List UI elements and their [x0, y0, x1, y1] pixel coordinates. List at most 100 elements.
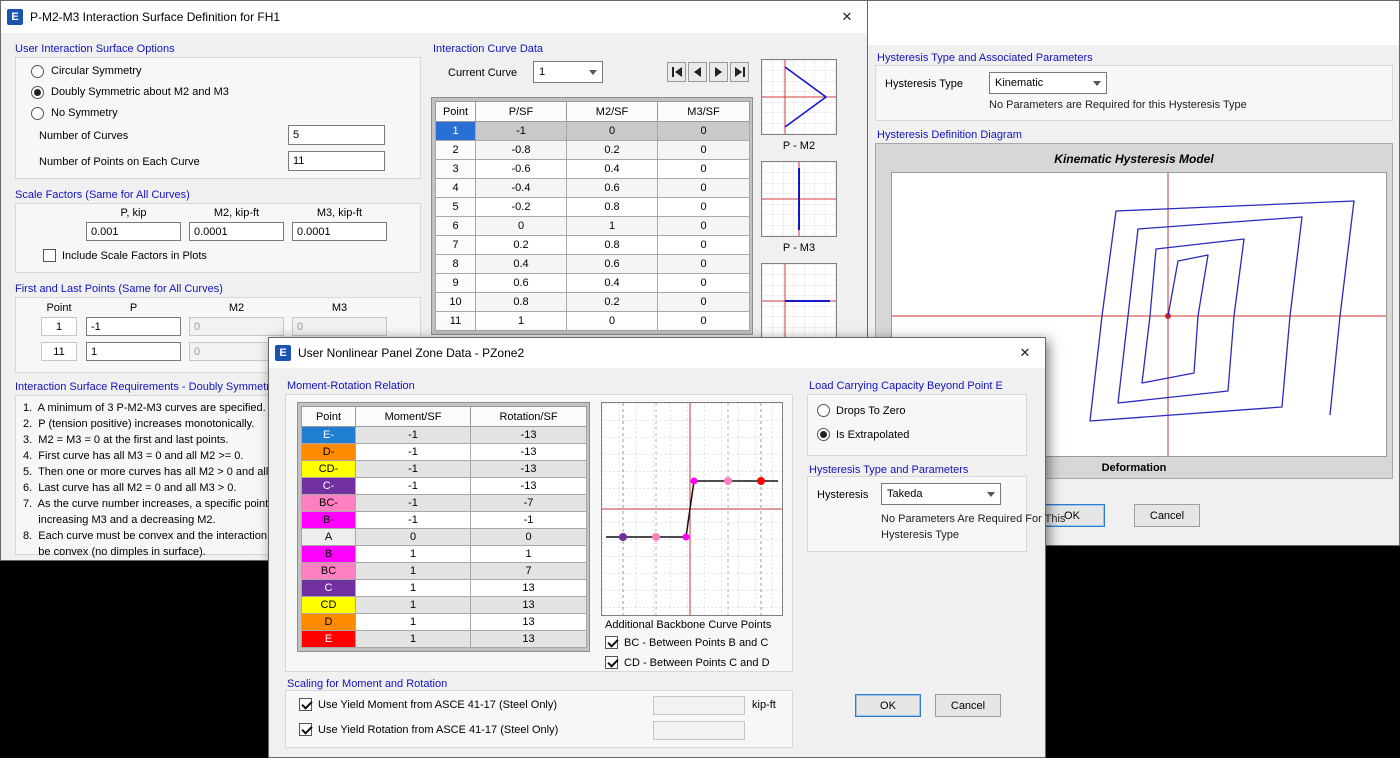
mr-table-row[interactable]: BC--1-7 [302, 495, 587, 512]
p-m2-plot-label: P - M2 [761, 140, 837, 152]
pm-titlebar[interactable]: E P-M2-M3 Interaction Surface Definition… [1, 1, 867, 33]
hysteresis-titlebar[interactable] [867, 1, 1399, 45]
point-b-dot [691, 478, 698, 485]
previous-curve-button[interactable] [688, 62, 707, 82]
current-curve-label: Current Curve [448, 67, 517, 79]
next-icon [715, 67, 722, 77]
curve-table-row[interactable]: 70.20.80 [436, 236, 750, 255]
first-curve-button[interactable] [667, 62, 686, 82]
first-last-group-label: First and Last Points (Same for All Curv… [15, 283, 223, 295]
radio-extrapolated-label: Is Extrapolated [836, 429, 909, 441]
yield-moment-field [653, 696, 745, 715]
yield-rotation-checkbox[interactable] [299, 723, 312, 736]
radio-no-symmetry[interactable] [31, 107, 44, 120]
curve-table-row[interactable]: 90.60.40 [436, 274, 750, 293]
mr-table-row[interactable]: A00 [302, 529, 587, 546]
curve-table-row[interactable]: 80.40.60 [436, 255, 750, 274]
radio-doubly-label: Doubly Symmetric about M2 and M3 [51, 86, 229, 98]
fl-col-point: Point [41, 302, 77, 314]
current-curve-dropdown[interactable]: 1 [533, 61, 603, 83]
current-curve-value: 1 [539, 66, 545, 78]
curve-table-row[interactable]: 1-100 [436, 122, 750, 141]
mr-table-row[interactable]: D--1-13 [302, 444, 587, 461]
col-header-point: Point [302, 407, 356, 427]
fl-row1-p-field[interactable]: -1 [86, 317, 181, 336]
scale-p-field[interactable]: 0.001 [86, 222, 181, 241]
mr-table-row[interactable]: D113 [302, 614, 587, 631]
mr-table-row[interactable]: B11 [302, 546, 587, 563]
curve-table-row[interactable]: 6010 [436, 217, 750, 236]
mr-table-row[interactable]: B--1-1 [302, 512, 587, 529]
cancel-button[interactable]: Cancel [1134, 504, 1200, 527]
close-icon[interactable]: ✕ [1011, 345, 1039, 361]
curve-table-row[interactable]: 4-0.40.60 [436, 179, 750, 198]
mr-table-row[interactable]: C113 [302, 580, 587, 597]
pzone-titlebar[interactable]: E User Nonlinear Panel Zone Data - PZone… [269, 338, 1045, 368]
scale-m2-field[interactable]: 0.0001 [189, 222, 284, 241]
mr-table-row[interactable]: E113 [302, 631, 587, 648]
m2-m3-plot [761, 263, 837, 339]
cd-point-label: CD - Between Points C and D [624, 657, 770, 669]
kinematic-loops-curve [1090, 201, 1354, 421]
fl-row2-p-field[interactable]: 1 [86, 342, 181, 361]
yield-rotation-field [653, 721, 745, 740]
cd-point-checkbox[interactable] [605, 656, 618, 669]
radio-circular-symmetry[interactable] [31, 65, 44, 78]
last-curve-button[interactable] [730, 62, 749, 82]
num-curves-field[interactable]: 5 [288, 125, 385, 145]
col-header-psf: P/SF [476, 102, 567, 122]
chevron-down-icon [1093, 81, 1101, 90]
curve-table-row[interactable]: 11100 [436, 312, 750, 331]
curve-table-row[interactable]: 100.80.20 [436, 293, 750, 312]
mr-table-row[interactable]: CD--1-13 [302, 461, 587, 478]
hysteresis-type-value: Kinematic [995, 77, 1043, 89]
moment-rotation-group-label: Moment-Rotation Relation [287, 380, 415, 392]
yield-rotation-label: Use Yield Rotation from ASCE 41-17 (Stee… [318, 724, 558, 736]
app-icon: E [275, 345, 291, 361]
ok-button[interactable]: OK [855, 694, 921, 717]
point-e-dot [757, 477, 765, 485]
hysteresis-type-label: Hysteresis Type [885, 78, 963, 90]
include-scale-checkbox[interactable] [43, 249, 56, 262]
bc-point-checkbox[interactable] [605, 636, 618, 649]
p-m3-plot [761, 161, 837, 237]
radio-circular-label: Circular Symmetry [51, 65, 141, 77]
scale-m3-field[interactable]: 0.0001 [292, 222, 387, 241]
yield-moment-checkbox[interactable] [299, 698, 312, 711]
cancel-button[interactable]: Cancel [935, 694, 1001, 717]
pz-hysteresis-group-label: Hysteresis Type and Parameters [809, 464, 968, 476]
mr-table-row[interactable]: BC17 [302, 563, 587, 580]
mr-table-row[interactable]: C--1-13 [302, 478, 587, 495]
col-header-rotation: Rotation/SF [471, 407, 587, 427]
p-m3-plot-label: P - M3 [761, 242, 837, 254]
radio-drops-to-zero[interactable] [817, 404, 830, 417]
mr-table-row[interactable]: E--1-13 [302, 427, 587, 444]
interaction-curve-table: Point P/SF M2/SF M3/SF 1-1002-0.80.203-0… [435, 101, 750, 331]
curve-table-row[interactable]: 5-0.20.80 [436, 198, 750, 217]
moment-rotation-grid: Point Moment/SF Rotation/SF E--1-13D--1-… [297, 402, 590, 652]
pz-no-params-note-2: Hysteresis Type [881, 529, 959, 541]
curve-table-row[interactable]: 3-0.60.40 [436, 160, 750, 179]
point-bc-neg-dot [652, 533, 660, 541]
point-bc-dot [724, 477, 732, 485]
mr-table-row[interactable]: CD113 [302, 597, 587, 614]
curve-table-row[interactable]: 2-0.80.20 [436, 141, 750, 160]
pm-dialog-title: P-M2-M3 Interaction Surface Definition f… [30, 10, 826, 24]
chevron-down-icon [987, 492, 995, 501]
backbone-points-label: Additional Backbone Curve Points [605, 619, 771, 631]
fl-row2-point: 11 [41, 342, 77, 361]
pz-hysteresis-dropdown[interactable]: Takeda [881, 483, 1001, 505]
radio-is-extrapolated[interactable] [817, 428, 830, 441]
fl-row1-point: 1 [41, 317, 77, 336]
scale-col-m2: M2, kip-ft [189, 207, 284, 219]
close-icon[interactable]: ✕ [833, 9, 861, 25]
app-icon: E [7, 9, 23, 25]
scale-group-label: Scale Factors (Same for All Curves) [15, 189, 190, 201]
hysteresis-params-section-label: Hysteresis Type and Associated Parameter… [877, 52, 1093, 64]
first-record-icon [672, 67, 674, 77]
hysteresis-type-dropdown[interactable]: Kinematic [989, 72, 1107, 94]
radio-doubly-symmetric[interactable] [31, 86, 44, 99]
pzone-dialog-title: User Nonlinear Panel Zone Data - PZone2 [298, 346, 1004, 360]
next-curve-button[interactable] [709, 62, 728, 82]
num-points-field[interactable]: 11 [288, 151, 385, 171]
